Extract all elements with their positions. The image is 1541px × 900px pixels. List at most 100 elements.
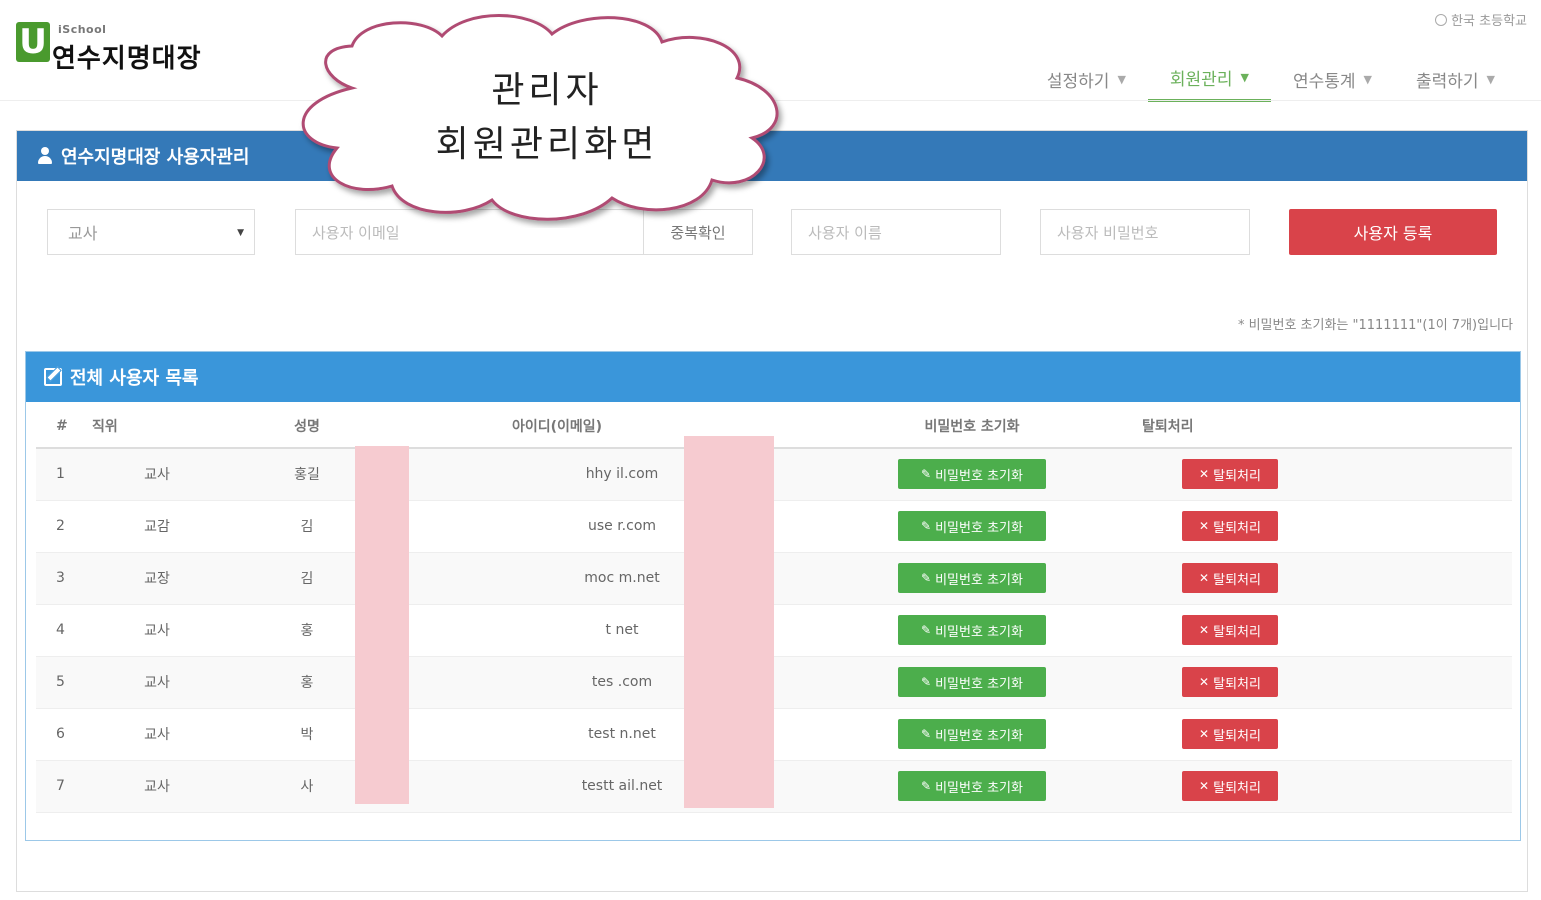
- withdraw-label: 탈퇴처리: [1213, 728, 1261, 744]
- withdraw-button[interactable]: ✕ 탈퇴처리: [1182, 615, 1278, 645]
- nav-label: 출력하기: [1415, 71, 1479, 92]
- cell-withdraw: ✕ 탈퇴처리: [1092, 448, 1292, 501]
- nav-print[interactable]: 출력하기 ▼: [1394, 56, 1517, 102]
- x-icon: ✕: [1199, 623, 1210, 637]
- cell-id: test n.net: [392, 708, 852, 761]
- wrench-icon: ✎: [921, 519, 932, 533]
- withdraw-button[interactable]: ✕ 탈퇴처리: [1182, 771, 1278, 801]
- withdraw-label: 탈퇴처리: [1213, 676, 1261, 692]
- col-id: 아이디(이메일): [392, 404, 852, 449]
- col-withdraw: 탈퇴처리: [1092, 404, 1292, 449]
- cell-position: 교장: [92, 552, 222, 605]
- reset-password-button[interactable]: ✎ 비밀번호 초기화: [898, 563, 1046, 593]
- wrench-icon: ✎: [921, 779, 932, 793]
- table-row: 1 교사 홍길 hhy il.com ✎ 비밀번호 초기화 ✕ 탈퇴처리: [36, 448, 1512, 501]
- cell-num: 6: [36, 708, 92, 761]
- logo-title: 연수지명대장: [52, 44, 202, 74]
- user-list-title: 전체 사용자 목록: [70, 368, 199, 389]
- edit-icon: [44, 368, 62, 386]
- cell-num: 4: [36, 604, 92, 657]
- withdraw-button[interactable]: ✕ 탈퇴처리: [1182, 719, 1278, 749]
- cell-id: hhy il.com: [392, 448, 852, 501]
- user-icon: [37, 147, 53, 165]
- reset-password-label: 비밀번호 초기화: [935, 624, 1023, 640]
- name-input[interactable]: 사용자 이름: [791, 209, 1001, 255]
- reset-password-label: 비밀번호 초기화: [935, 468, 1023, 484]
- col-password-reset: 비밀번호 초기화: [852, 404, 1092, 449]
- cell-reset: ✎ 비밀번호 초기화: [852, 500, 1092, 553]
- reset-password-button[interactable]: ✎ 비밀번호 초기화: [898, 511, 1046, 541]
- cell-position: 교사: [92, 656, 222, 709]
- table-header-row: # 직위 성명 아이디(이메일) 비밀번호 초기화 탈퇴처리: [36, 404, 1512, 449]
- cell-spacer: [1292, 708, 1512, 761]
- withdraw-button[interactable]: ✕ 탈퇴처리: [1182, 667, 1278, 697]
- logo-subtitle: iSchool: [58, 23, 107, 36]
- cell-position: 교사: [92, 604, 222, 657]
- cell-id: testt ail.net: [392, 760, 852, 813]
- cell-reset: ✎ 비밀번호 초기화: [852, 552, 1092, 605]
- col-num: #: [36, 404, 92, 449]
- logo-letter: U: [16, 22, 50, 62]
- cell-spacer: [1292, 760, 1512, 813]
- callout-line-2: 회원관리화면: [435, 124, 659, 165]
- app-logo[interactable]: U iSchool 연수지명대장: [16, 20, 236, 74]
- cell-spacer: [1292, 604, 1512, 657]
- nav-settings[interactable]: 설정하기 ▼: [1025, 56, 1148, 102]
- redaction-block: [684, 436, 774, 808]
- withdraw-label: 탈퇴처리: [1213, 520, 1261, 536]
- x-icon: ✕: [1199, 779, 1210, 793]
- nav-label: 회원관리: [1169, 70, 1233, 90]
- cell-withdraw: ✕ 탈퇴처리: [1092, 656, 1292, 709]
- cell-reset: ✎ 비밀번호 초기화: [852, 760, 1092, 813]
- reset-password-button[interactable]: ✎ 비밀번호 초기화: [898, 459, 1046, 490]
- wrench-icon: ✎: [921, 675, 932, 689]
- cell-reset: ✎ 비밀번호 초기화: [852, 448, 1092, 501]
- reset-password-label: 비밀번호 초기화: [935, 728, 1023, 744]
- callout-cloud: 관리자 회원관리화면: [282, 8, 812, 228]
- callout-text: 관리자 회원관리화면: [282, 64, 812, 172]
- wrench-icon: ✎: [921, 571, 932, 585]
- reset-password-button[interactable]: ✎ 비밀번호 초기화: [898, 771, 1046, 801]
- col-position: 직위: [92, 404, 222, 449]
- table-row: 3 교장 김 moc m.net ✎ 비밀번호 초기화 ✕ 탈퇴처리: [36, 552, 1512, 605]
- reset-password-button[interactable]: ✎ 비밀번호 초기화: [898, 719, 1046, 749]
- withdraw-button[interactable]: ✕ 탈퇴처리: [1182, 563, 1278, 593]
- cell-num: 3: [36, 552, 92, 605]
- caret-down-icon: ▼: [1486, 72, 1495, 86]
- main-nav: 설정하기 ▼ 회원관리 ▼ 연수통계 ▼ 출력하기 ▼: [1025, 56, 1517, 102]
- cell-id: tes .com: [392, 656, 852, 709]
- password-input[interactable]: 사용자 비밀번호: [1040, 209, 1250, 255]
- position-select[interactable]: 교사 ▼: [47, 209, 255, 255]
- withdraw-label: 탈퇴처리: [1213, 572, 1261, 588]
- withdraw-label: 탈퇴처리: [1213, 780, 1261, 796]
- nav-training-stats[interactable]: 연수통계 ▼: [1271, 56, 1394, 102]
- cell-position: 교사: [92, 760, 222, 813]
- register-user-button[interactable]: 사용자 등록: [1289, 209, 1497, 255]
- position-select-value: 교사: [68, 224, 98, 243]
- col-name: 성명: [222, 404, 392, 449]
- withdraw-button[interactable]: ✕ 탈퇴처리: [1182, 511, 1278, 541]
- cell-spacer: [1292, 552, 1512, 605]
- cell-id: t net: [392, 604, 852, 657]
- nav-label: 연수통계: [1292, 71, 1356, 92]
- cell-withdraw: ✕ 탈퇴처리: [1092, 708, 1292, 761]
- withdraw-button[interactable]: ✕ 탈퇴처리: [1182, 459, 1278, 490]
- table-row: 6 교사 박 test n.net ✎ 비밀번호 초기화 ✕ 탈퇴처리: [36, 708, 1512, 761]
- reset-password-label: 비밀번호 초기화: [935, 780, 1023, 796]
- nav-label: 설정하기: [1046, 71, 1110, 92]
- x-icon: ✕: [1199, 675, 1210, 689]
- reset-password-label: 비밀번호 초기화: [935, 676, 1023, 692]
- user-table: # 직위 성명 아이디(이메일) 비밀번호 초기화 탈퇴처리 1 교사 홍길 hhy …: [36, 404, 1512, 813]
- table-row: 7 교사 사 testt ail.net ✎ 비밀번호 초기화 ✕ 탈퇴처리: [36, 760, 1512, 813]
- user-list-header: 전체 사용자 목록: [26, 352, 1520, 402]
- cell-id: use r.com: [392, 500, 852, 553]
- cell-position: 교사: [92, 708, 222, 761]
- callout-line-1: 관리자: [491, 70, 603, 111]
- reset-password-label: 비밀번호 초기화: [935, 520, 1023, 536]
- cell-num: 5: [36, 656, 92, 709]
- cell-withdraw: ✕ 탈퇴처리: [1092, 500, 1292, 553]
- reset-password-button[interactable]: ✎ 비밀번호 초기화: [898, 667, 1046, 697]
- name-placeholder: 사용자 이름: [808, 223, 882, 242]
- reset-password-button[interactable]: ✎ 비밀번호 초기화: [898, 615, 1046, 645]
- nav-member-management[interactable]: 회원관리 ▼: [1147, 56, 1271, 102]
